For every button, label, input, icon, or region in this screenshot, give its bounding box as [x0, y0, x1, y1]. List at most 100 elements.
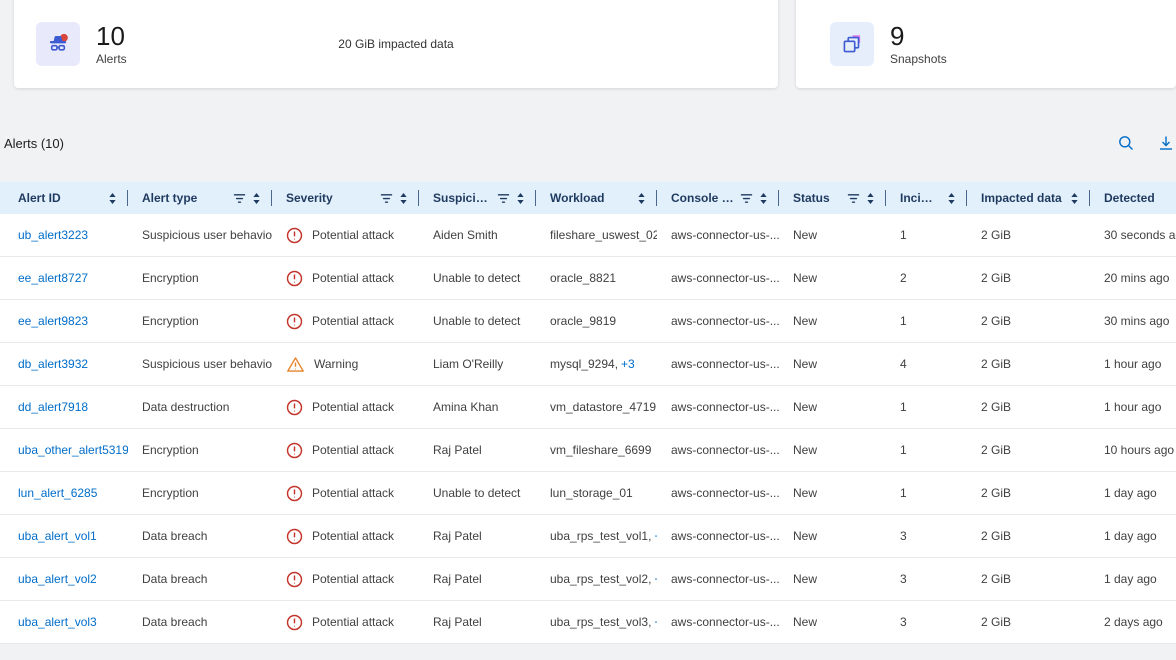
- column-header-icons: [227, 192, 262, 205]
- table-row[interactable]: ub_alert3223 Suspicious user behavior Po…: [0, 214, 1176, 257]
- table-row[interactable]: uba_other_alert5319 Encryption Potential…: [0, 429, 1176, 472]
- column-header[interactable]: Status: [779, 182, 886, 214]
- alert-type-cell: Suspicious user behavior: [128, 343, 272, 385]
- workload-name: vm_fileshare_6699: [550, 443, 651, 457]
- incidents-cell: 3: [886, 515, 967, 557]
- workload-name: vm_datastore_4719,: [550, 400, 657, 414]
- alert-id-link[interactable]: lun_alert_6285: [18, 486, 97, 500]
- table-row[interactable]: uba_alert_vol2 Data breach Potential att…: [0, 558, 1176, 601]
- column-header[interactable]: Impacted data: [967, 182, 1090, 214]
- filter-icon[interactable]: [233, 193, 246, 204]
- column-header[interactable]: Alert type: [128, 182, 272, 214]
- impacted-data-cell: 2 GiB: [967, 300, 1090, 342]
- column-header[interactable]: Suspicious u...: [419, 182, 536, 214]
- sort-icon[interactable]: [515, 192, 526, 205]
- impacted-data-text: 20 GiB impacted data: [14, 37, 778, 51]
- column-header-label: Detected: [1104, 191, 1155, 205]
- severity-cell: Potential attack: [272, 214, 419, 256]
- incidents-cell: 3: [886, 558, 967, 600]
- incidents-cell: 1: [886, 386, 967, 428]
- column-header[interactable]: Alert ID: [0, 182, 128, 214]
- critical-severity-icon: [286, 270, 303, 287]
- alert-id-link[interactable]: uba_alert_vol2: [18, 572, 97, 586]
- suspicious-user-cell: Raj Patel: [419, 601, 536, 643]
- summary-cards-row: 10 Alerts 20 GiB impacted data 9 Snapsho…: [0, 0, 1176, 88]
- filter-icon[interactable]: [847, 193, 860, 204]
- workload-name: oracle_9819: [550, 314, 616, 328]
- severity-label: Potential attack: [312, 443, 394, 457]
- alert-id-cell: uba_alert_vol3: [0, 601, 128, 643]
- severity-label: Potential attack: [312, 572, 394, 586]
- critical-severity-icon: [286, 313, 303, 330]
- filter-icon[interactable]: [740, 193, 753, 204]
- snapshots-copies-icon: [830, 22, 874, 66]
- console-agent-cell: aws-connector-us-...: [657, 386, 779, 428]
- console-agent-cell: aws-connector-us-...: [657, 214, 779, 256]
- alert-type-cell: Data breach: [128, 515, 272, 557]
- snapshots-summary-card: 9 Snapshots: [796, 0, 1176, 88]
- severity-label: Potential attack: [312, 228, 394, 242]
- alert-id-link[interactable]: ee_alert9823: [18, 314, 88, 328]
- table-actions: [1118, 135, 1174, 151]
- column-header[interactable]: Detected: [1090, 182, 1176, 214]
- alert-id-link[interactable]: ub_alert3223: [18, 228, 88, 242]
- download-icon[interactable]: [1158, 135, 1174, 151]
- column-header-icons: [101, 192, 118, 205]
- workload-cell: mysql_9294, +3: [536, 343, 657, 385]
- sort-icon[interactable]: [107, 192, 118, 205]
- column-header[interactable]: Workload: [536, 182, 657, 214]
- impacted-data-cell: 2 GiB: [967, 472, 1090, 514]
- alert-type-cell: Encryption: [128, 429, 272, 471]
- status-cell: New: [779, 558, 886, 600]
- column-header[interactable]: Severity: [272, 182, 419, 214]
- alert-id-link[interactable]: ee_alert8727: [18, 271, 88, 285]
- alert-id-cell: ee_alert9823: [0, 300, 128, 342]
- sort-icon[interactable]: [251, 192, 262, 205]
- alert-id-cell: uba_other_alert5319: [0, 429, 128, 471]
- alert-id-link[interactable]: db_alert3932: [18, 357, 88, 371]
- workload-more-link[interactable]: +3: [621, 357, 635, 371]
- suspicious-user-cell: Liam O'Reilly: [419, 343, 536, 385]
- sort-icon[interactable]: [398, 192, 409, 205]
- table-row[interactable]: db_alert3932 Suspicious user behavior Wa…: [0, 343, 1176, 386]
- impacted-data-cell: 2 GiB: [967, 515, 1090, 557]
- alert-type-cell: Data breach: [128, 558, 272, 600]
- critical-severity-icon: [286, 442, 303, 459]
- alert-id-link[interactable]: uba_alert_vol1: [18, 529, 97, 543]
- workload-cell: uba_rps_test_vol3, +2: [536, 601, 657, 643]
- sort-icon[interactable]: [865, 192, 876, 205]
- sort-icon[interactable]: [1069, 192, 1080, 205]
- alert-id-link[interactable]: uba_other_alert5319: [18, 443, 128, 457]
- column-header[interactable]: Console agent: [657, 182, 779, 214]
- table-row[interactable]: ee_alert8727 Encryption Potential attack…: [0, 257, 1176, 300]
- console-agent-cell: aws-connector-us-...: [657, 257, 779, 299]
- search-icon[interactable]: [1118, 135, 1134, 151]
- alerts-count-label: Alerts: [96, 52, 127, 66]
- critical-severity-icon: [286, 485, 303, 502]
- detected-cell: 30 seconds ago: [1090, 214, 1176, 256]
- table-row[interactable]: uba_alert_vol1 Data breach Potential att…: [0, 515, 1176, 558]
- table-row[interactable]: ee_alert9823 Encryption Potential attack…: [0, 300, 1176, 343]
- sort-icon[interactable]: [636, 192, 647, 205]
- column-header[interactable]: Incidents: [886, 182, 967, 214]
- severity-cell: Warning: [272, 343, 419, 385]
- ransomware-protection-dashboard: 10 Alerts 20 GiB impacted data 9 Snapsho…: [0, 0, 1176, 660]
- alert-id-link[interactable]: dd_alert7918: [18, 400, 88, 414]
- alerts-metric: 10 Alerts: [14, 22, 127, 66]
- filter-icon[interactable]: [497, 193, 510, 204]
- workload-name: uba_rps_test_vol2,: [550, 572, 651, 586]
- severity-label: Potential attack: [312, 271, 394, 285]
- alert-id-link[interactable]: uba_alert_vol3: [18, 615, 97, 629]
- filter-icon[interactable]: [380, 193, 393, 204]
- table-row[interactable]: lun_alert_6285 Encryption Potential atta…: [0, 472, 1176, 515]
- table-row[interactable]: dd_alert7918 Data destruction Potential …: [0, 386, 1176, 429]
- alert-id-cell: ub_alert3223: [0, 214, 128, 256]
- sort-icon[interactable]: [758, 192, 769, 205]
- console-agent-cell: aws-connector-us-...: [657, 601, 779, 643]
- column-header-icons: [940, 192, 957, 205]
- critical-severity-icon: [286, 227, 303, 244]
- detected-cell: 20 mins ago: [1090, 257, 1176, 299]
- sort-icon[interactable]: [946, 192, 957, 205]
- alert-type-cell: Data destruction: [128, 386, 272, 428]
- table-row[interactable]: uba_alert_vol3 Data breach Potential att…: [0, 601, 1176, 644]
